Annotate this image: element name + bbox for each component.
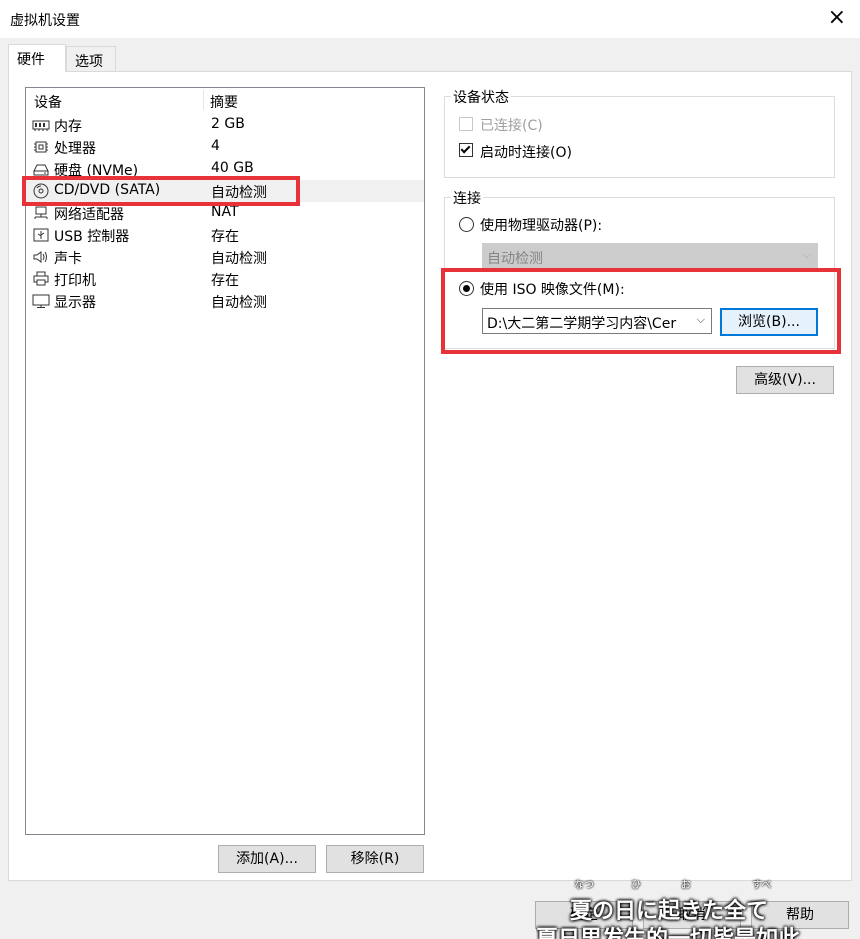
- connection-title: 连接: [451, 188, 483, 208]
- tab-options-label: 选项: [75, 54, 103, 70]
- subtitle-ruby: ひ: [631, 880, 641, 891]
- device-summary: 存在: [211, 273, 239, 289]
- device-name: 处理器: [54, 141, 96, 157]
- device-row-memory[interactable]: 内存 2 GB: [26, 114, 424, 136]
- cancel-button[interactable]: 取消: [643, 901, 741, 929]
- physical-drive-radio[interactable]: [459, 217, 474, 232]
- memory-icon: [32, 120, 50, 131]
- physical-drive-value: 自动检测: [487, 251, 543, 267]
- device-name: 声卡: [54, 251, 82, 267]
- device-name: 打印机: [54, 273, 96, 289]
- subtitle-ruby: お: [681, 880, 691, 891]
- connect-at-power-on-label: 启动时连接(O): [480, 145, 572, 161]
- cpu-icon: [34, 141, 48, 153]
- device-row-printer[interactable]: 打印机 存在: [26, 268, 424, 290]
- close-icon[interactable]: ×: [828, 6, 846, 30]
- speaker-icon: [33, 251, 47, 263]
- chevron-down-icon: ⌵: [696, 313, 705, 326]
- tab-options[interactable]: 选项: [66, 46, 116, 72]
- device-summary: 存在: [211, 229, 239, 245]
- ok-button[interactable]: 确定: [535, 901, 633, 929]
- window-title: 虚拟机设置: [10, 13, 80, 29]
- device-name: 硬盘 (NVMe): [54, 163, 139, 179]
- device-status-group: [444, 96, 835, 178]
- harddisk-icon: [33, 164, 49, 176]
- printer-icon: [33, 271, 49, 286]
- device-name: 网络适配器: [54, 207, 124, 223]
- column-header-summary[interactable]: 摘要: [210, 92, 238, 112]
- device-summary: 2 GB: [211, 116, 245, 132]
- cd-dvd-icon: [33, 183, 49, 199]
- device-name: 显示器: [54, 295, 96, 311]
- chevron-down-icon: ⌵: [802, 248, 811, 261]
- connect-at-power-on-checkbox[interactable]: [459, 143, 473, 157]
- physical-drive-label: 使用物理驱动器(P):: [480, 218, 603, 234]
- iso-path-select[interactable]: D:\大二第二学期学习内容\Cer ⌵: [482, 308, 712, 334]
- physical-drive-select[interactable]: 自动检测 ⌵: [482, 243, 818, 269]
- device-row-display[interactable]: 显示器 自动检测: [26, 290, 424, 312]
- device-summary: NAT: [211, 204, 239, 220]
- column-header-device[interactable]: 设备: [34, 92, 62, 112]
- network-adapter-icon: [34, 206, 48, 219]
- usb-icon: [33, 228, 49, 242]
- iso-image-label: 使用 ISO 映像文件(M):: [480, 282, 625, 298]
- device-row-cd-dvd[interactable]: CD/DVD (SATA) 自动检测: [26, 180, 424, 202]
- device-row-network[interactable]: 网络适配器 NAT: [26, 202, 424, 224]
- monitor-icon: [32, 294, 50, 308]
- connected-checkbox[interactable]: [459, 117, 473, 131]
- subtitle-ruby: すべ: [752, 880, 772, 891]
- device-row-sound[interactable]: 声卡 自动检测: [26, 246, 424, 268]
- advanced-button[interactable]: 高级(V)...: [736, 366, 834, 394]
- device-row-harddisk[interactable]: 硬盘 (NVMe) 40 GB: [26, 158, 424, 180]
- help-button[interactable]: 帮助: [751, 901, 849, 929]
- add-device-button[interactable]: 添加(A)...: [218, 845, 316, 873]
- browse-button[interactable]: 浏览(B)...: [720, 308, 818, 336]
- remove-device-button[interactable]: 移除(R): [326, 845, 424, 873]
- device-list-header: 设备 摘要: [26, 88, 424, 112]
- title-bar: 虚拟机设置 ×: [0, 0, 860, 38]
- tab-hardware-label: 硬件: [17, 52, 45, 68]
- device-name: 内存: [54, 119, 82, 135]
- column-separator[interactable]: [203, 90, 204, 110]
- radio-selected-dot: [463, 285, 470, 292]
- device-summary: 自动检测: [211, 185, 267, 201]
- device-summary: 自动检测: [211, 295, 267, 311]
- iso-path-value: D:\大二第二学期学习内容\Cer: [487, 316, 677, 332]
- checkmark-icon: [460, 143, 471, 154]
- device-name: CD/DVD (SATA): [54, 182, 161, 198]
- device-name: USB 控制器: [54, 229, 130, 245]
- device-summary: 自动检测: [211, 251, 267, 267]
- device-list[interactable]: 设备 摘要 内存 2 GB 处理器 4 硬盘 (NVMe) 40 GB CD/D…: [25, 87, 425, 835]
- device-row-usb[interactable]: USB 控制器 存在: [26, 224, 424, 246]
- tab-hardware[interactable]: 硬件: [8, 44, 66, 72]
- device-row-cpu[interactable]: 处理器 4: [26, 136, 424, 158]
- iso-image-radio[interactable]: [459, 281, 474, 296]
- device-summary: 4: [211, 138, 220, 154]
- device-summary: 40 GB: [211, 160, 254, 176]
- connected-label: 已连接(C): [480, 118, 543, 134]
- subtitle-ruby: なつ: [574, 880, 594, 891]
- device-status-title: 设备状态: [451, 87, 511, 107]
